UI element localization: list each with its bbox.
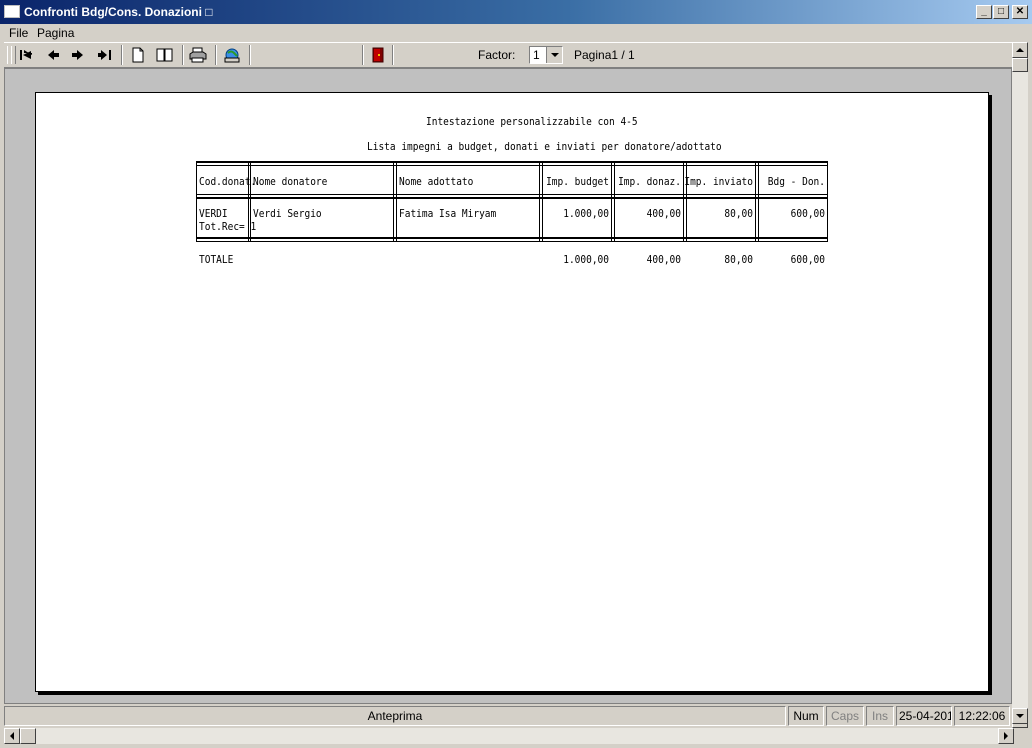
next-page-icon[interactable]: [68, 46, 88, 64]
exit-icon[interactable]: [368, 46, 388, 64]
report-header: Intestazione personalizzabile con 4-5: [426, 116, 638, 129]
column-header: Imp. budget: [546, 176, 609, 189]
cell-adopted: Fatima Isa Miryam: [399, 208, 497, 221]
status-mode: Anteprima: [4, 706, 786, 726]
table-rule: [196, 161, 827, 163]
table-divider: [758, 161, 759, 242]
report-title: Lista impegni a budget, donati e inviati…: [367, 141, 722, 154]
export-icon[interactable]: [222, 46, 242, 64]
total-budget: 1.000,00: [563, 254, 609, 267]
chevron-down-icon[interactable]: [546, 47, 562, 63]
cell-budget: 1.000,00: [563, 208, 609, 221]
factor-value: 1: [533, 48, 540, 62]
status-num: Num: [788, 706, 824, 726]
table-divider: [396, 161, 397, 242]
minimize-button[interactable]: _: [976, 5, 992, 19]
table-divider: [755, 161, 756, 242]
table-rule: [196, 237, 827, 239]
menu-pagina[interactable]: Pagina: [33, 25, 78, 41]
factor-select[interactable]: 1: [529, 46, 563, 64]
scroll-up-button[interactable]: [1012, 42, 1028, 58]
total-sent: 80,00: [724, 254, 753, 267]
cell-code: VERDI: [199, 208, 228, 221]
app-icon: [4, 5, 20, 18]
horizontal-scrollbar[interactable]: [4, 728, 1014, 744]
status-ins: Ins: [866, 706, 894, 726]
status-caps: Caps: [826, 706, 864, 726]
preview-area[interactable]: Intestazione personalizzabile con 4-5 Li…: [4, 68, 1012, 704]
status-time: 12:22:06: [954, 706, 1010, 726]
total-label: TOTALE: [199, 254, 234, 267]
last-page-icon[interactable]: [95, 46, 115, 64]
table-divider: [686, 161, 687, 242]
table-divider: [611, 161, 612, 242]
toolbar-separator-5: [362, 45, 364, 65]
table-rule: [196, 241, 827, 242]
toolbar: Factor: 1 Pagina1 / 1: [4, 42, 1012, 68]
prev-page-icon[interactable]: [43, 46, 63, 64]
close-button[interactable]: ✕: [1012, 5, 1028, 19]
toolbar-separator-3: [215, 45, 217, 65]
table-divider: [683, 161, 684, 242]
table-divider: [827, 161, 828, 242]
table-rule: [196, 197, 827, 199]
column-header: Imp. inviato: [684, 176, 753, 189]
vertical-scrollbar[interactable]: [1012, 42, 1028, 728]
first-page-icon[interactable]: [16, 46, 36, 64]
status-date: 25-04-2016: [896, 706, 952, 726]
factor-label: Factor:: [478, 48, 516, 62]
window-title: Confronti Bdg/Cons. Donazioni □: [24, 5, 213, 19]
two-pages-icon[interactable]: [155, 46, 175, 64]
table-rule: [196, 165, 827, 166]
table-divider: [393, 161, 394, 242]
title-bar[interactable]: Confronti Bdg/Cons. Donazioni □ _ □ ✕: [0, 0, 1032, 24]
scroll-thumb[interactable]: [1012, 58, 1028, 72]
table-divider: [539, 161, 540, 242]
total-donated: 400,00: [646, 254, 681, 267]
column-header: Imp. donaz.: [618, 176, 681, 189]
table-divider: [614, 161, 615, 242]
total-diff: 600,00: [790, 254, 825, 267]
column-header: Cod.donat.: [199, 176, 257, 189]
column-header: Nome adottato: [399, 176, 474, 189]
column-header: Nome donatore: [253, 176, 328, 189]
cell-donated: 400,00: [646, 208, 681, 221]
menu-file[interactable]: File: [5, 25, 32, 41]
toolbar-separator-4: [249, 45, 251, 65]
scroll-left-button[interactable]: [4, 728, 20, 744]
table-divider: [542, 161, 543, 242]
table-divider: [196, 161, 197, 242]
report-page: Intestazione personalizzabile con 4-5 Li…: [35, 92, 989, 692]
scroll-down-button-2[interactable]: [1012, 708, 1028, 724]
tot-rec: Tot.Rec= 1: [199, 221, 257, 234]
toolbar-separator-2: [182, 45, 184, 65]
toolbar-separator: [121, 45, 123, 65]
maximize-button[interactable]: □: [993, 5, 1009, 19]
page-info: Pagina1 / 1: [574, 48, 635, 62]
print-icon[interactable]: [188, 46, 208, 64]
cell-sent: 80,00: [724, 208, 753, 221]
menu-bar: File Pagina: [0, 24, 1032, 42]
hscroll-thumb[interactable]: [20, 728, 36, 744]
column-header: Bdg - Don.: [767, 176, 825, 189]
cell-diff: 600,00: [790, 208, 825, 221]
status-bar: Anteprima Num Caps Ins 25-04-2016 12:22:…: [4, 704, 1028, 728]
cell-donor: Verdi Sergio: [253, 208, 322, 221]
single-page-icon[interactable]: [128, 46, 148, 64]
scroll-right-button[interactable]: [998, 728, 1014, 744]
table-rule: [196, 194, 827, 195]
toolbar-separator-6: [392, 45, 394, 65]
